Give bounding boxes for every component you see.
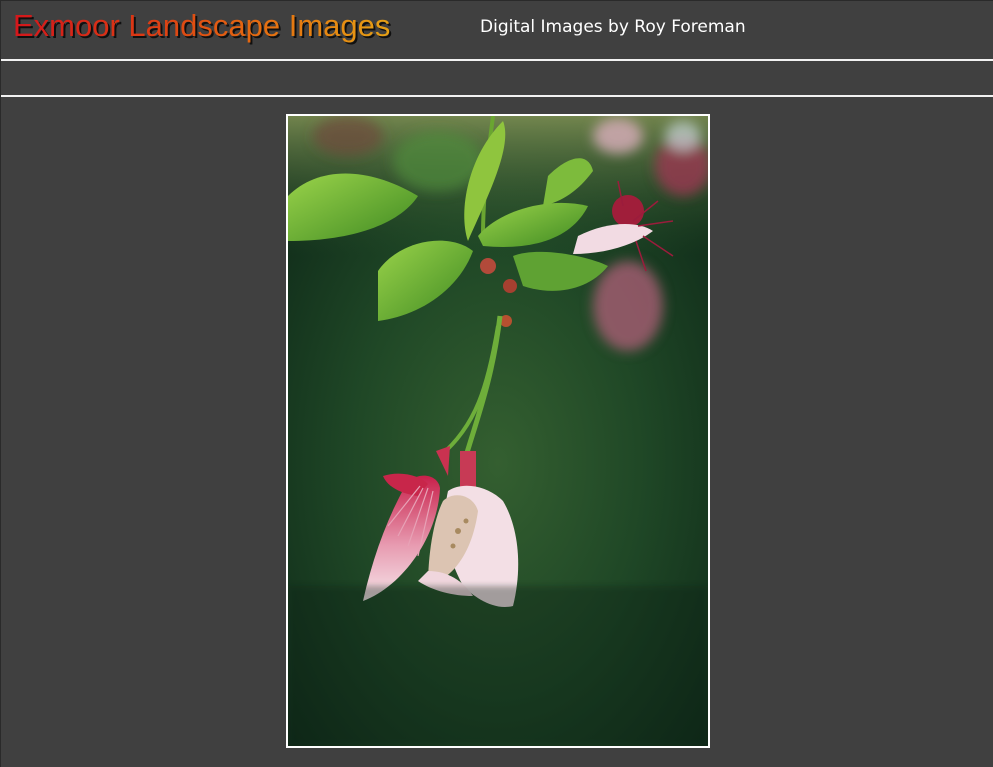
site-title[interactable]: Exmoor Landscape Images — [13, 8, 390, 44]
site-header: Exmoor Landscape Images Digital Images b… — [1, 1, 993, 59]
blossom-photo[interactable] — [286, 114, 710, 748]
header-divider-bottom — [1, 95, 993, 97]
page: Exmoor Landscape Images Digital Images b… — [0, 0, 993, 767]
blossom-photo-illustration — [288, 116, 708, 746]
nav-bar — [1, 61, 993, 95]
site-subtitle: Digital Images by Roy Foreman — [480, 17, 746, 37]
